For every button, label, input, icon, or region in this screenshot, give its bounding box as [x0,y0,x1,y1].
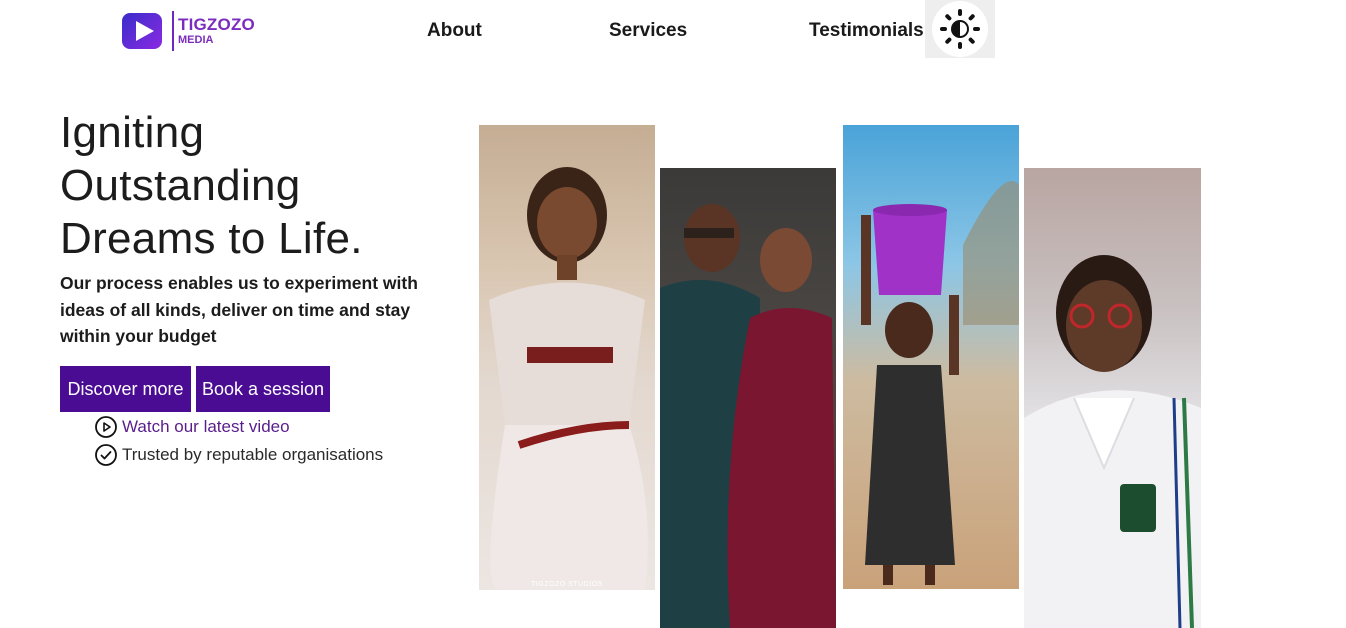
sun-moon-icon [940,9,980,49]
site-header: TIGZOZO MEDIA About Services Testimonial… [0,0,1346,62]
discover-more-button[interactable]: Discover more [60,366,191,412]
photo-student [1024,168,1201,628]
nav-services[interactable]: Services [609,20,687,42]
nav-testimonials[interactable]: Testimonials [809,20,924,42]
play-logo-icon [122,11,168,51]
watch-video-label[interactable]: Watch our latest video [122,417,290,437]
hero-title: Igniting Outstanding Dreams to Life. [60,108,363,263]
nav-about[interactable]: About [427,20,482,42]
check-circle-icon [95,444,117,466]
watch-video-link[interactable]: Watch our latest video [94,415,290,439]
photo-girl-bucket [843,125,1019,589]
trusted-by-row: Trusted by reputable organisations [94,443,383,467]
photo-woman-seated: TIGZOZO STUDIOS [479,125,655,590]
photo-watermark: TIGZOZO STUDIOS [531,581,603,588]
logo-name: TIGZOZO [178,15,255,34]
book-session-button[interactable]: Book a session [196,366,330,412]
hero-subtitle: Our process enables us to experiment wit… [60,273,418,346]
theme-toggle-button[interactable] [925,0,995,58]
logo-divider [172,11,174,51]
trusted-label: Trusted by reputable organisations [122,445,384,464]
play-circle-icon [95,416,117,438]
logo[interactable]: TIGZOZO MEDIA [122,8,255,54]
photo-couple [660,168,836,628]
logo-sub: MEDIA [178,34,214,46]
